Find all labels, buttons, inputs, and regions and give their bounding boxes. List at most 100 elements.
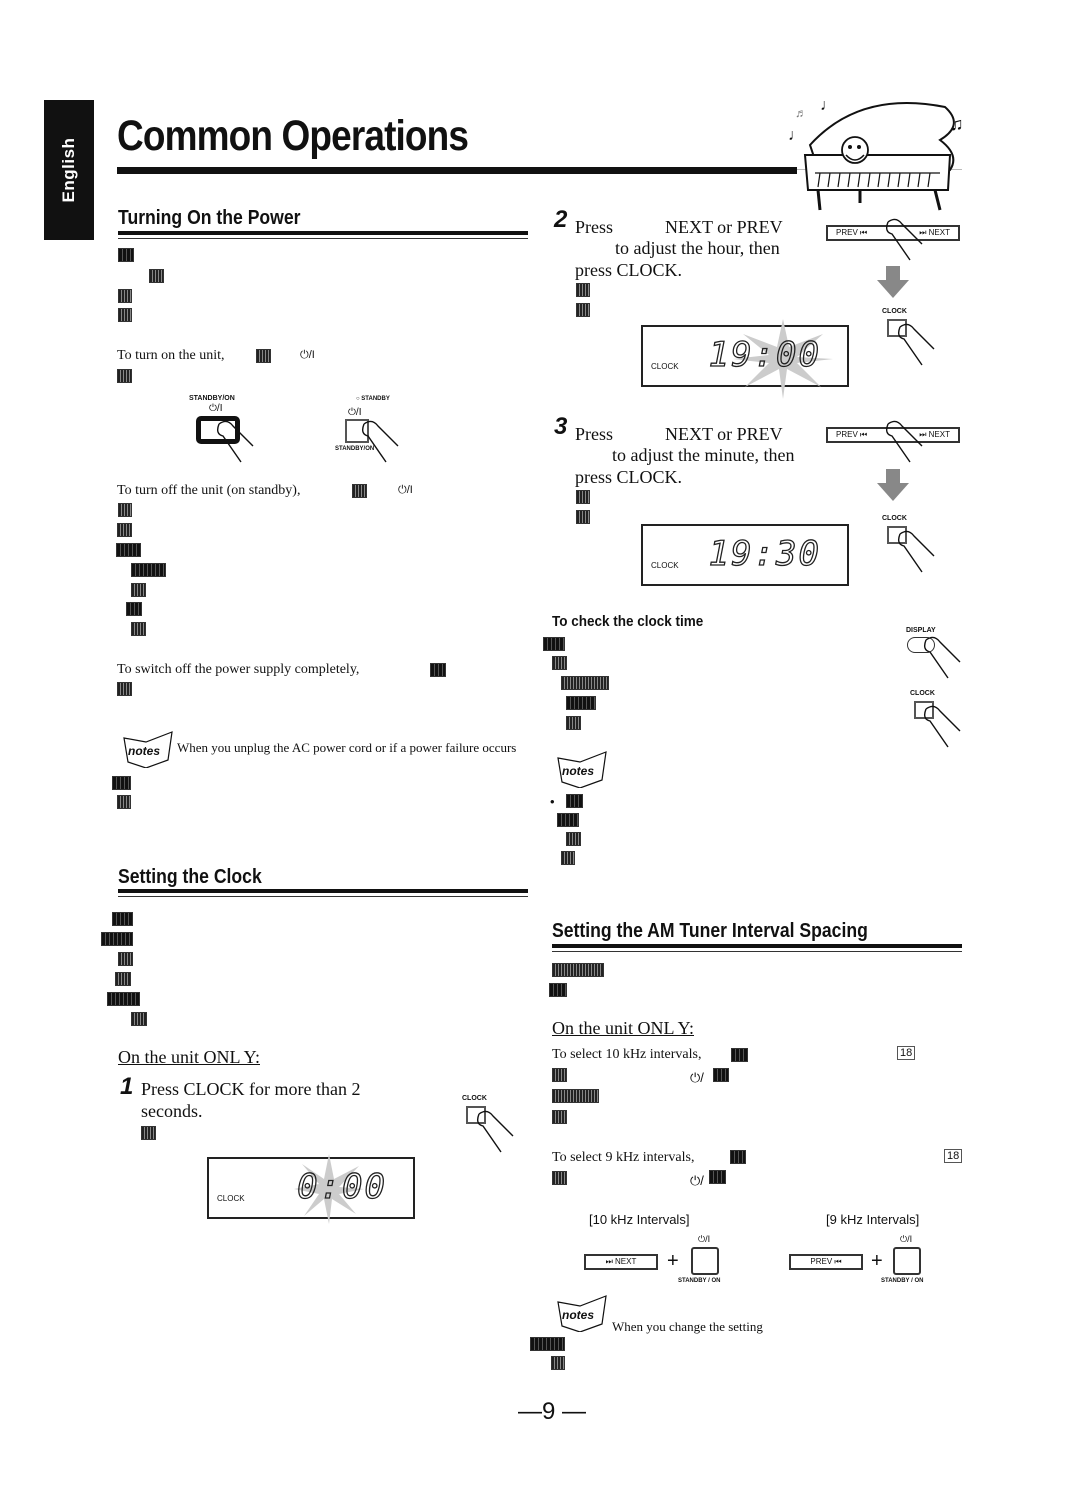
lcd-time: 19:30 bbox=[708, 533, 821, 574]
redacted-text bbox=[117, 682, 132, 696]
prev-button[interactable]: PREV ⏮ bbox=[789, 1254, 863, 1270]
display-button-label: DISPLAY bbox=[906, 627, 936, 634]
step-number-2: 2 bbox=[554, 206, 568, 233]
step-3-keys: NEXT or PREV bbox=[665, 424, 783, 444]
lcd-label: CLOCK bbox=[651, 362, 679, 371]
section-rule-thin bbox=[118, 238, 528, 239]
arrow-down-icon-head bbox=[877, 483, 909, 501]
step-number-3: 3 bbox=[554, 413, 568, 440]
select-9khz-instruction: To select 9 kHz intervals, bbox=[552, 1150, 695, 1165]
redacted-text bbox=[552, 1089, 599, 1103]
next-button[interactable]: ⏭ NEXT bbox=[584, 1254, 658, 1270]
redacted-text bbox=[552, 963, 604, 977]
notes-icon: notes bbox=[123, 731, 173, 768]
standby-on-button[interactable] bbox=[691, 1247, 719, 1275]
section-heading-clock: Setting the Clock bbox=[118, 866, 262, 888]
redacted-text bbox=[561, 676, 609, 690]
standby-on-label: STANDBY / ON bbox=[881, 1278, 924, 1284]
turn-off-instruction: To turn off the unit (on standby), bbox=[117, 483, 301, 498]
notes-icon-label: notes bbox=[562, 764, 594, 778]
lcd-display-step-3: CLOCK 19:30 bbox=[641, 524, 849, 586]
bullet: • bbox=[550, 794, 555, 809]
redacted-text bbox=[530, 1337, 565, 1351]
title-rule bbox=[117, 167, 797, 174]
page-reference[interactable]: 18 bbox=[944, 1149, 963, 1163]
pressing-finger-icon bbox=[923, 705, 961, 748]
page-reference[interactable]: 18 bbox=[897, 1046, 916, 1060]
redacted-text bbox=[730, 1150, 746, 1164]
lcd-time: 19:00 bbox=[708, 334, 821, 375]
redacted-text bbox=[576, 283, 590, 297]
section-rule bbox=[552, 944, 962, 948]
language-tab: English bbox=[44, 100, 94, 240]
step-3-press: Press bbox=[575, 424, 614, 444]
arrow-down-icon bbox=[886, 469, 900, 483]
standby-on-button[interactable] bbox=[893, 1247, 921, 1275]
redacted-text bbox=[549, 983, 567, 997]
standby-indicator-text: STANDBY bbox=[361, 396, 390, 402]
redacted-text bbox=[352, 484, 367, 498]
redacted-text bbox=[131, 1012, 147, 1026]
pressing-finger-icon bbox=[897, 323, 935, 366]
pressing-finger-icon bbox=[923, 636, 961, 679]
pressing-finger-icon bbox=[885, 218, 923, 261]
switch-off-instruction: To switch off the power supply completel… bbox=[117, 662, 360, 677]
arrow-down-icon-head bbox=[877, 280, 909, 298]
redacted-text bbox=[543, 637, 565, 651]
section-heading-power: Turning On the Power bbox=[118, 207, 301, 229]
pressing-finger-icon bbox=[216, 420, 254, 463]
standby-led-icon: ○ bbox=[356, 396, 360, 402]
clock-button-label: CLOCK bbox=[462, 1095, 487, 1102]
svg-text:♩: ♩ bbox=[788, 127, 804, 144]
label-9khz-intervals: [9 kHz Intervals] bbox=[826, 1212, 920, 1227]
notes-icon: notes bbox=[557, 1295, 607, 1332]
redacted-text bbox=[576, 303, 590, 317]
redacted-text bbox=[115, 972, 131, 986]
note-text-am: When you change the setting bbox=[612, 1319, 763, 1334]
redacted-text bbox=[576, 490, 590, 504]
clock-button-label: CLOCK bbox=[882, 515, 907, 522]
redacted-text bbox=[118, 952, 133, 966]
redacted-text bbox=[552, 1110, 567, 1124]
redacted-text bbox=[112, 912, 133, 926]
redacted-text bbox=[713, 1068, 729, 1082]
clock-button-label: CLOCK bbox=[910, 690, 935, 697]
power-symbol: ⏻/ bbox=[690, 1070, 704, 1085]
prev-button[interactable]: PREV ⏮ bbox=[836, 430, 867, 440]
redacted-text bbox=[566, 716, 581, 730]
section-rule-thin bbox=[552, 951, 962, 952]
power-symbol: ⏻/ bbox=[690, 1173, 704, 1188]
page-number: —9 — bbox=[518, 1398, 587, 1425]
redacted-text bbox=[117, 369, 132, 383]
step-1-text: Press CLOCK for more than 2 seconds. bbox=[141, 1079, 361, 1121]
pressing-finger-icon bbox=[361, 420, 399, 463]
standby-on-label-alt: STANDBY/ON bbox=[335, 446, 375, 452]
redacted-text bbox=[126, 602, 142, 616]
lcd-label: CLOCK bbox=[651, 561, 679, 570]
step-3-line2: to adjust the minute, then bbox=[612, 445, 795, 465]
redacted-text bbox=[117, 523, 132, 537]
redacted-text bbox=[551, 1356, 565, 1370]
redacted-text bbox=[118, 248, 134, 262]
redacted-text bbox=[566, 794, 583, 808]
standby-indicator-label: ○ STANDBY bbox=[356, 396, 390, 402]
lcd-time: 0:00 bbox=[296, 1166, 387, 1207]
section-rule-thin bbox=[118, 896, 528, 897]
lcd-label: CLOCK bbox=[217, 1194, 245, 1203]
redacted-text bbox=[731, 1048, 748, 1062]
redacted-text bbox=[112, 776, 131, 790]
redacted-text bbox=[101, 932, 133, 946]
next-button-label: ⏭ NEXT bbox=[605, 1257, 637, 1266]
section-rule bbox=[118, 889, 528, 893]
prev-button[interactable]: PREV ⏮ bbox=[836, 228, 867, 238]
clock-button-label: CLOCK bbox=[882, 308, 907, 315]
standby-on-label: STANDBY/ON bbox=[189, 395, 235, 402]
redacted-text bbox=[118, 308, 132, 322]
notes-icon: notes bbox=[557, 751, 607, 788]
step-2-line3: press CLOCK. bbox=[575, 260, 682, 280]
redacted-text bbox=[552, 656, 567, 670]
section-heading-am-tuner: Setting the AM Tuner Interval Spacing bbox=[552, 920, 868, 942]
pressing-finger-icon bbox=[897, 530, 935, 573]
power-symbol: ⏻/I bbox=[398, 484, 413, 496]
plus-sign: + bbox=[667, 1250, 679, 1272]
